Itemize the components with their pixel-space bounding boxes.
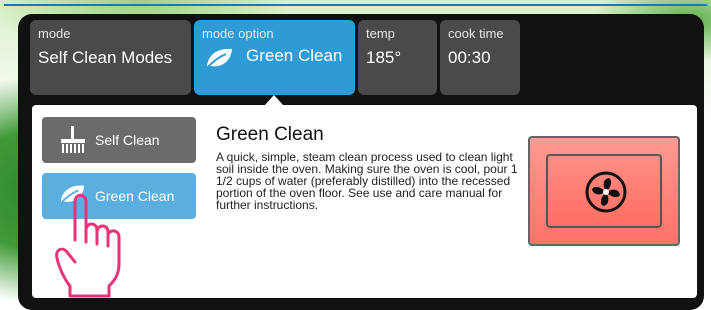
tab-mode-option-label: mode option — [202, 26, 274, 41]
leaf-icon — [204, 46, 234, 75]
tab-mode-value: Self Clean Modes — [38, 48, 173, 67]
tab-temp[interactable]: temp 185° — [358, 20, 437, 95]
tap-gesture-hand-icon — [55, 190, 135, 305]
window-border — [4, 4, 707, 6]
broom-icon — [58, 126, 88, 157]
self-clean-button[interactable]: Self Clean — [42, 117, 196, 163]
tab-temp-value: 185° — [366, 48, 402, 67]
start-button-inner — [546, 154, 662, 228]
selected-tab-pointer — [265, 95, 283, 105]
tab-cook-time[interactable]: cook time 00:30 — [440, 20, 520, 95]
tab-cook-time-label: cook time — [448, 26, 504, 41]
option-title: Green Clean — [216, 124, 324, 145]
tab-temp-label: temp — [366, 26, 395, 41]
start-button[interactable] — [528, 136, 680, 246]
tab-cook-time-value: 00:30 — [448, 48, 491, 67]
tab-mode-option[interactable]: mode option Green Clean — [194, 20, 355, 95]
tab-mode-option-value: Green Clean — [246, 46, 343, 65]
tab-mode[interactable]: mode Self Clean Modes — [30, 20, 191, 95]
option-description: A quick, simple, steam clean process use… — [216, 150, 518, 212]
self-clean-label: Self Clean — [95, 132, 160, 148]
fan-icon — [585, 171, 627, 218]
tab-mode-label: mode — [38, 26, 71, 41]
